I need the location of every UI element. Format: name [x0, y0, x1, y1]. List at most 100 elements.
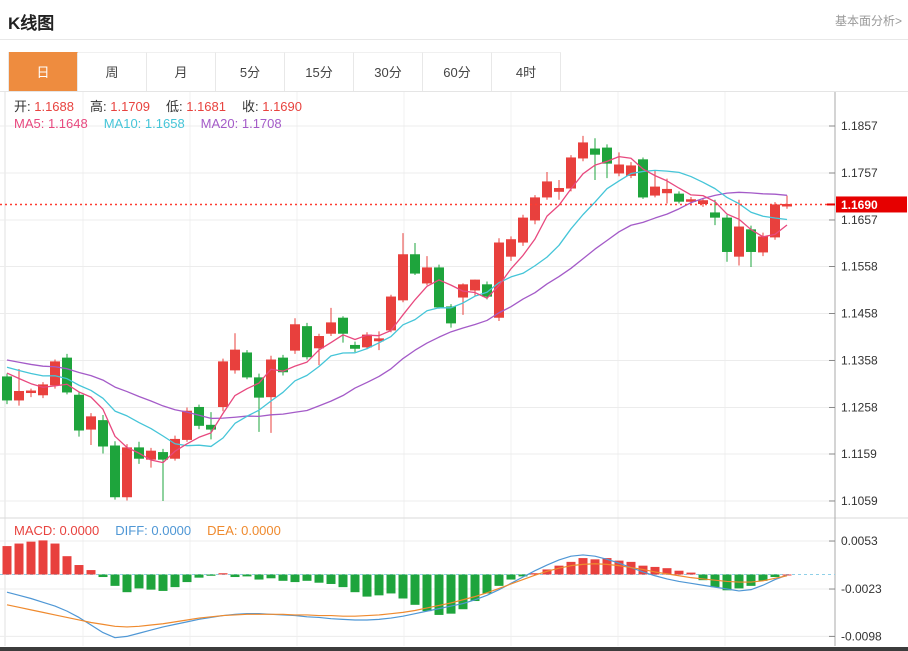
price-axis-label: 1.1657 [841, 213, 878, 227]
candle-body [567, 158, 576, 188]
macd-histogram-bar [123, 575, 132, 593]
tab-interval-4[interactable]: 15分 [285, 52, 354, 91]
macd-histogram-bar [27, 542, 36, 575]
candle-body [711, 213, 720, 217]
macd-histogram-bar [51, 544, 60, 575]
bottom-edge-strip [0, 647, 908, 651]
readout-item: DEA: 0.0000 [207, 523, 281, 538]
macd-axis-label: 0.0053 [841, 534, 878, 548]
macd-histogram-bar [351, 575, 360, 593]
candle-body [219, 362, 228, 407]
candle-body [747, 230, 756, 252]
macd-histogram-bar [63, 556, 72, 574]
tab-interval-5[interactable]: 30分 [354, 52, 423, 91]
candle-body [111, 446, 120, 497]
candle-body [759, 237, 768, 252]
candle-body [663, 189, 672, 192]
readout-item: DIFF: 0.0000 [115, 523, 191, 538]
tab-interval-2[interactable]: 月 [147, 52, 216, 91]
candle-body [51, 362, 60, 385]
ma20-line [7, 192, 787, 418]
candle-body [447, 307, 456, 323]
macd-histogram-bar [147, 575, 156, 590]
macd-histogram-bar [483, 575, 492, 594]
candle-body [555, 188, 564, 191]
macd-histogram-bar [687, 573, 696, 575]
candle-body [315, 337, 324, 348]
price-axis-label: 1.1458 [841, 306, 878, 320]
ma-readout: MA5: 1.1648MA10: 1.1658MA20: 1.1708 [14, 116, 298, 131]
macd-histogram-bar [591, 559, 600, 574]
macd-histogram-bar [195, 575, 204, 578]
readout-item: 高: 1.1709 [90, 99, 150, 114]
candle-body [543, 182, 552, 197]
macd-histogram-bar [303, 575, 312, 581]
candle-body [99, 421, 108, 446]
tab-interval-1[interactable]: 周 [78, 52, 147, 91]
macd-histogram-bar [423, 575, 432, 612]
candle-body [87, 417, 96, 429]
macd-histogram-bar [15, 544, 24, 575]
candle-body [291, 325, 300, 350]
macd-histogram-bar [327, 575, 336, 584]
macd-histogram-bar [171, 575, 180, 588]
candle-body [615, 165, 624, 173]
candle-body [435, 268, 444, 307]
tab-interval-7[interactable]: 4时 [492, 52, 561, 91]
fundamental-analysis-link[interactable]: 基本面分析> [835, 12, 902, 29]
readout-item: MACD: 0.0000 [14, 523, 99, 538]
macd-readout: MACD: 0.0000 DIFF: 0.0000 DEA: 0.0000 [14, 523, 297, 538]
price-axis-label: 1.1358 [841, 353, 878, 367]
candle-body [27, 391, 36, 393]
tab-interval-3[interactable]: 5分 [216, 52, 285, 91]
macd-histogram-bar [411, 575, 420, 605]
macd-histogram-bar [495, 575, 504, 586]
candle-body [519, 218, 528, 242]
candle-body [15, 391, 24, 399]
macd-histogram-bar [579, 558, 588, 574]
macd-histogram-bar [747, 575, 756, 586]
interval-tabbar: 日周月5分15分30分60分4时 [8, 52, 561, 91]
macd-histogram-bar [279, 575, 288, 581]
candlestick-chart[interactable]: 1.18571.17571.16571.15581.14581.13581.12… [0, 92, 908, 647]
candle-body [699, 201, 708, 204]
candle-body [75, 395, 84, 430]
readout-item: MA5: 1.1648 [14, 116, 88, 131]
candle-body [351, 345, 360, 348]
candle-body [591, 149, 600, 154]
candle-body [723, 218, 732, 251]
price-axis-label: 1.1757 [841, 166, 878, 180]
tab-interval-0[interactable]: 日 [9, 52, 78, 91]
candle-body [339, 318, 348, 333]
candle-body [183, 411, 192, 439]
macd-histogram-bar [363, 575, 372, 597]
page-title: K线图 [8, 9, 54, 34]
price-axis-label: 1.1159 [841, 447, 877, 461]
readout-item: 收: 1.1690 [242, 99, 302, 114]
candle-body [387, 297, 396, 330]
price-axis-label: 1.1558 [841, 260, 878, 274]
candle-body [243, 353, 252, 377]
macd-histogram-bar [159, 575, 168, 591]
macd-axis-label: -0.0023 [841, 582, 882, 596]
macd-histogram-bar [75, 565, 84, 574]
candle-body [399, 255, 408, 300]
macd-histogram-bar [99, 575, 108, 578]
candle-body [531, 198, 540, 220]
ma10-line [7, 170, 787, 446]
macd-histogram-bar [315, 575, 324, 583]
candle-body [159, 453, 168, 460]
macd-histogram-bar [207, 575, 216, 576]
candle-body [735, 227, 744, 256]
candle-body [327, 323, 336, 333]
macd-histogram-bar [183, 575, 192, 583]
candle-body [267, 360, 276, 397]
macd-histogram-bar [291, 575, 300, 583]
macd-histogram-bar [231, 575, 240, 578]
macd-histogram-bar [567, 562, 576, 575]
macd-histogram-bar [771, 575, 780, 578]
macd-histogram-bar [39, 540, 48, 574]
tab-interval-6[interactable]: 60分 [423, 52, 492, 91]
macd-histogram-bar [723, 575, 732, 591]
macd-histogram-bar [111, 575, 120, 586]
